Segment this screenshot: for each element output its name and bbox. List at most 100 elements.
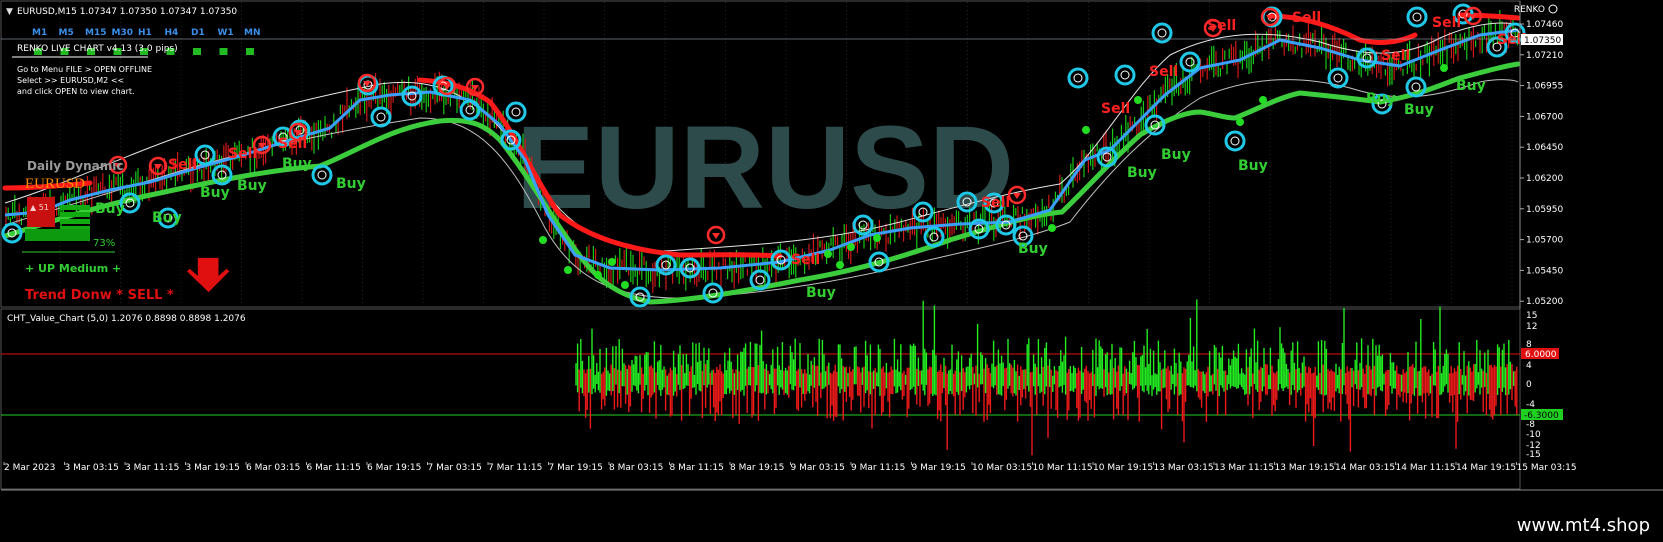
sell-signal-label: Sell: [228, 146, 257, 162]
dashboard-bar: [60, 212, 90, 217]
sell-signal-label: Sell: [1432, 15, 1461, 31]
price-label: 1.07460: [1526, 20, 1563, 30]
time-label: 13 Mar 03:15: [1154, 463, 1214, 473]
price-label: 1.05700: [1526, 236, 1563, 246]
green-dot: [836, 261, 844, 269]
timeframe-m15[interactable]: M15: [85, 28, 106, 38]
timeframe-h1[interactable]: H1: [138, 28, 152, 38]
time-label: 6 Mar 03:15: [246, 463, 300, 473]
buy-signal-label: Buy: [200, 185, 230, 201]
time-label: 10 Mar 03:15: [972, 463, 1032, 473]
upper-level-label: 6.0000: [1525, 350, 1557, 360]
red-trend-line-4: [1457, 12, 1521, 21]
time-label: 8 Mar 19:15: [730, 463, 784, 473]
time-label: 13 Mar 19:15: [1275, 463, 1335, 473]
time-label: 8 Mar 03:15: [609, 463, 663, 473]
timeframe-h4[interactable]: H4: [165, 28, 179, 38]
dashboard-red-glyph: ▲ 51: [30, 203, 49, 212]
buy-signal-label: Buy: [336, 176, 366, 192]
indicator-label: 12: [1526, 322, 1537, 332]
dashboard-title: Daily Dynamic: [27, 159, 123, 173]
green-dot: [1440, 64, 1448, 72]
price-panel[interactable]: EURUSD BuyBuyBuy BuyBuyBuyBuyBuyBuyBuyBuy…: [0, 0, 1558, 308]
buy-signal-label: Buy: [1366, 91, 1396, 107]
lower-level-label: -6.3000: [1524, 411, 1559, 421]
renko-line-2: Select >> EURUSD,M2 <<: [17, 76, 124, 85]
indicator-panel[interactable]: CHT_Value_Chart (5,0) 1.2076 0.8898 0.88…: [0, 299, 1563, 490]
buy-signal-label: Buy: [1018, 241, 1048, 257]
renko-line-1: Go to Menu FILE > OPEN OFFLINE: [17, 65, 152, 74]
sell-signal-label: Sell: [278, 136, 307, 152]
indicator-label: 15: [1526, 311, 1537, 321]
time-label: 10 Mar 19:15: [1093, 463, 1153, 473]
timeframe-w1[interactable]: W1: [218, 28, 234, 38]
green-dot: [564, 266, 572, 274]
sell-signal-label: Sell: [1149, 64, 1178, 80]
time-label: 6 Mar 19:15: [367, 463, 421, 473]
sell-signal-label: Sell: [791, 252, 820, 268]
green-dot: [824, 250, 832, 258]
dashboard-red-block: [27, 197, 55, 227]
footer-site: www.mt4.shop: [1517, 515, 1650, 536]
buy-signal-label: Buy: [95, 201, 125, 217]
dashboard-percent: 73%: [93, 238, 115, 249]
time-label: 14 Mar 03:15: [1335, 463, 1395, 473]
price-label: 1.06955: [1526, 82, 1563, 92]
indicator-title: CHT_Value_Chart (5,0) 1.2076 0.8898 0.88…: [7, 314, 246, 324]
buy-signal-label: Buy: [806, 285, 836, 301]
price-label: 1.07210: [1526, 51, 1563, 61]
renko-line-3: and click OPEN to view chart.: [17, 87, 135, 96]
price-label: 1.05450: [1526, 266, 1563, 276]
green-dot: [873, 234, 881, 242]
renko-label: RENKO: [1514, 5, 1545, 15]
time-label: 9 Mar 19:15: [912, 463, 966, 473]
indicator-label: -8: [1526, 420, 1535, 430]
dashboard-bar: [60, 205, 90, 210]
time-label: 7 Mar 19:15: [549, 463, 603, 473]
timeframe-m30[interactable]: M30: [112, 28, 133, 38]
buy-signal-label: Buy: [1456, 78, 1486, 94]
green-dot: [1134, 96, 1142, 104]
renko-panel-title: RENKO LIVE CHART v4.13 (3.0 pips): [17, 44, 178, 54]
dashboard-bar-base: [25, 229, 90, 241]
indicator-label: 4: [1526, 361, 1532, 371]
sell-signal-label: Sell: [168, 157, 197, 173]
buy-signal-label: Buy: [237, 178, 267, 194]
timeframe-d1[interactable]: D1: [191, 28, 205, 38]
sell-signal-label: Sell: [981, 195, 1010, 211]
price-label: 1.06700: [1526, 112, 1563, 122]
dashboard-trend: Trend Donw * SELL *: [25, 288, 174, 303]
green-dot: [594, 271, 602, 279]
timeframe-indicator-w1: [219, 48, 228, 55]
green-dot: [539, 236, 547, 244]
indicator-label: 0: [1526, 380, 1532, 390]
timeframe-m5[interactable]: M5: [59, 28, 74, 38]
price-label: 1.05950: [1526, 205, 1563, 215]
timeframe-indicator-mn: [246, 48, 254, 55]
time-label: 7 Mar 03:15: [428, 463, 482, 473]
current-price-label: 1.07350: [1524, 36, 1561, 46]
green-dot: [608, 258, 616, 266]
indicator-label: -15: [1526, 450, 1541, 460]
time-label: 3 Mar 11:15: [125, 463, 179, 473]
indicator-label: -10: [1526, 430, 1541, 440]
green-dot: [621, 281, 629, 289]
dashboard-symbol: EURUSD: [25, 176, 85, 192]
sell-signal-label: Sell: [1381, 48, 1410, 64]
price-label: 1.06450: [1526, 143, 1563, 153]
timeframe-mn[interactable]: MN: [244, 28, 261, 38]
green-dot: [1048, 224, 1056, 232]
renko-gear-icon[interactable]: [1548, 4, 1558, 14]
dashboard-strength: + UP Medium +: [25, 262, 121, 275]
timeframe-m1[interactable]: M1: [32, 28, 47, 38]
price-axis-labels: 1.07460 1.07210 1.06955 1.06700 1.06450 1.062…: [1520, 20, 1563, 307]
time-label: 3 Mar 19:15: [186, 463, 240, 473]
sell-signal-label: Sell: [1101, 101, 1130, 117]
mt4-chart-window[interactable]: EURUSD Buy Buy Buy Buy Buy Buy Buy Buy Buy Buy Buy…: [0, 0, 1663, 542]
time-label: 6 Mar 11:15: [307, 463, 361, 473]
dashboard-bar: [60, 219, 90, 224]
time-label: 8 Mar 11:15: [670, 463, 724, 473]
buy-signal-label: Buy: [1238, 158, 1268, 174]
time-label: 3 Mar 03:15: [65, 463, 119, 473]
chart-dropdown-arrow[interactable]: ▼: [6, 7, 13, 17]
